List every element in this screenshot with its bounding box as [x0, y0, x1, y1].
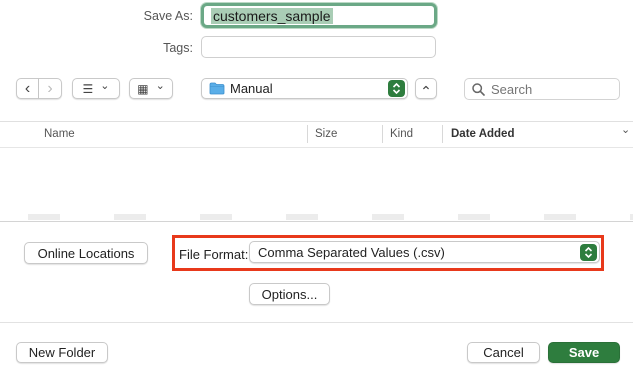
column-header-size[interactable]: Size: [315, 128, 337, 140]
folder-icon: [209, 82, 225, 95]
list-top-divider: [0, 121, 633, 122]
save-as-label: Save As:: [143, 9, 193, 23]
file-format-label: File Format:: [179, 247, 249, 262]
save-as-field[interactable]: customers_sample: [201, 3, 437, 28]
list-view-icon: ☰: [82, 81, 94, 96]
options-button[interactable]: Options...: [249, 283, 330, 305]
tags-field[interactable]: [201, 36, 436, 58]
column-header-name[interactable]: Name: [44, 128, 75, 140]
location-popup[interactable]: Manual: [201, 78, 408, 99]
sort-chevron-icon: ⌄: [621, 124, 631, 136]
collapse-button[interactable]: ⌃: [415, 78, 437, 99]
column-separator: [442, 125, 443, 143]
nav-buttons: ‹ ›: [16, 78, 62, 99]
updown-arrows-icon: [580, 243, 597, 261]
footer-divider: [0, 322, 633, 323]
chevron-left-icon: ‹: [24, 79, 31, 97]
list-view-button[interactable]: ☰ ⌄: [72, 78, 120, 99]
chevron-down-icon: ⌄: [155, 80, 165, 92]
column-separator: [382, 125, 383, 143]
column-separator: [307, 125, 308, 143]
chevron-up-icon: ⌃: [420, 83, 432, 99]
forward-button[interactable]: ›: [39, 78, 62, 99]
save-as-value: customers_sample: [211, 8, 333, 24]
chevron-right-icon: ›: [47, 79, 53, 97]
header-divider: [0, 147, 633, 148]
gallery-view-button[interactable]: ▦ ⌄: [129, 78, 173, 99]
search-field[interactable]: [464, 78, 620, 100]
updown-arrows-icon: [388, 80, 405, 97]
file-format-value: Comma Separated Values (.csv): [258, 244, 445, 260]
cancel-button[interactable]: Cancel: [467, 342, 540, 363]
grid-view-icon: ▦: [137, 81, 149, 96]
online-locations-button[interactable]: Online Locations: [24, 242, 148, 264]
column-header-kind[interactable]: Kind: [390, 128, 413, 140]
search-input[interactable]: [491, 81, 611, 97]
tags-label: Tags:: [163, 41, 193, 55]
new-folder-button[interactable]: New Folder: [16, 342, 108, 363]
list-row-remnant: [0, 214, 633, 220]
file-format-popup[interactable]: Comma Separated Values (.csv): [249, 241, 600, 263]
location-label: Manual: [230, 81, 273, 96]
column-header-date-added[interactable]: Date Added: [451, 128, 514, 140]
save-button[interactable]: Save: [548, 342, 620, 363]
back-button[interactable]: ‹: [16, 78, 39, 99]
search-icon: [472, 82, 485, 96]
chevron-down-icon: ⌄: [100, 80, 110, 92]
panel-divider: [0, 221, 633, 222]
